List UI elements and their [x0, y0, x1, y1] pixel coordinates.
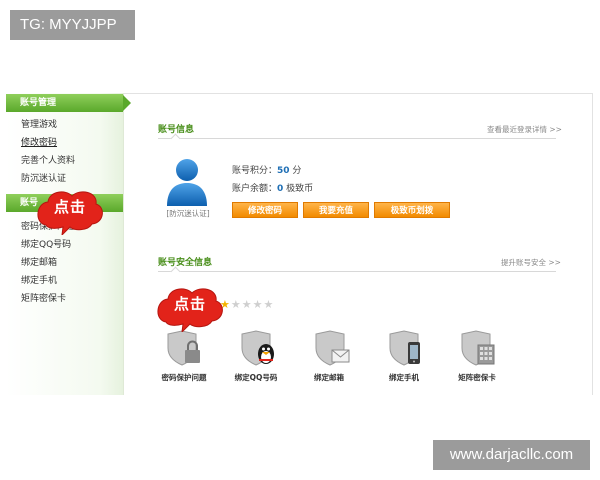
- sidebar-item-bind-phone[interactable]: 绑定手机: [21, 274, 57, 288]
- security-info-title: 账号安全信息: [158, 258, 213, 268]
- sidebar-item-manage-games[interactable]: 管理游戏: [21, 118, 57, 132]
- lock-shield-icon[interactable]: [164, 330, 204, 366]
- star-empty-icon: ★: [263, 298, 274, 311]
- star-empty-icon: ★: [252, 298, 263, 311]
- click-callout-text[interactable]: 点击: [36, 196, 104, 217]
- bind-email-label[interactable]: 绑定邮箱: [294, 372, 364, 383]
- sidebar-header-label: 账号管理: [20, 98, 57, 108]
- header-arrow-icon: [123, 95, 131, 111]
- section-divider: [158, 133, 556, 144]
- sidebar-item-anti-addiction[interactable]: 防沉迷认证: [21, 172, 66, 186]
- points-label: 账号积分：: [232, 166, 278, 176]
- phone-shield-icon[interactable]: [386, 330, 426, 366]
- balance-value: 0: [277, 184, 284, 194]
- matrix-card-shield-icon[interactable]: [458, 330, 498, 366]
- anti-addiction-caption[interactable]: [防沉迷认证]: [164, 208, 212, 219]
- sidebar-item-complete-profile[interactable]: 完善个人资料: [21, 154, 75, 168]
- recent-login-link[interactable]: 查看最近登录详情 >>: [487, 124, 562, 135]
- balance-unit: 极致币: [286, 184, 314, 194]
- balance-label: 账户余额：: [232, 184, 278, 194]
- security-rating: ★★★★★: [220, 293, 274, 312]
- star-empty-icon: ★: [241, 298, 252, 311]
- sidebar-header-account-management[interactable]: 账号管理: [6, 94, 131, 112]
- qq-penguin-shield-icon[interactable]: [238, 330, 278, 366]
- watermark-top: TG: MYYJJPP: [10, 10, 135, 40]
- watermark-bottom: www.darjacllc.com: [433, 440, 590, 470]
- improve-security-link[interactable]: 提升账号安全 >>: [501, 257, 561, 268]
- account-points: 账号积分：50 分: [232, 163, 301, 176]
- account-balance: 账户余额：0 极致币: [232, 181, 313, 194]
- account-info-title: 账号信息: [158, 125, 195, 135]
- sidebar-item-bind-email[interactable]: 绑定邮箱: [21, 256, 57, 270]
- bind-phone-label[interactable]: 绑定手机: [369, 372, 439, 383]
- points-unit: 分: [292, 166, 302, 176]
- change-password-button[interactable]: 修改密码: [232, 202, 298, 218]
- recharge-button[interactable]: 我要充值: [303, 202, 369, 218]
- user-avatar-icon: [167, 159, 207, 206]
- section-divider: [158, 266, 556, 277]
- security-question-label[interactable]: 密码保护问题: [149, 372, 219, 383]
- currency-transfer-button[interactable]: 极致币划拨: [374, 202, 450, 218]
- points-value: 50: [277, 166, 290, 176]
- sidebar-item-bind-qq[interactable]: 绑定QQ号码: [21, 238, 71, 252]
- sidebar-item-matrix-card[interactable]: 矩阵密保卡: [21, 292, 66, 306]
- click-callout-text[interactable]: 点击: [156, 293, 224, 314]
- bind-qq-label[interactable]: 绑定QQ号码: [221, 372, 291, 383]
- matrix-card-label[interactable]: 矩阵密保卡: [442, 372, 512, 383]
- mail-shield-icon[interactable]: [312, 330, 352, 366]
- star-empty-icon: ★: [230, 298, 241, 311]
- sidebar-item-change-password[interactable]: 修改密码: [21, 136, 57, 150]
